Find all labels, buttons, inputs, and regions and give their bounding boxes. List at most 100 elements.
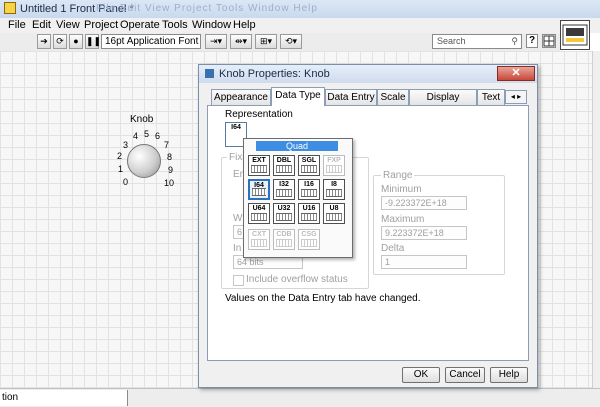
run-arrow-icon[interactable]: ➔	[37, 34, 51, 49]
palette-item-u16[interactable]: U16	[298, 203, 320, 224]
close-icon[interactable]: ✕	[497, 66, 535, 81]
pause-icon[interactable]: ❚❚	[85, 34, 101, 49]
tab-appearance[interactable]: Appearance	[211, 89, 271, 105]
abort-icon[interactable]: ●	[69, 34, 83, 49]
representation-label: Representation	[225, 109, 293, 120]
palette-item-label: U16	[302, 205, 316, 212]
palette-item-label: U64	[252, 205, 266, 212]
palette-item-label: DBL	[276, 157, 292, 164]
grid-icon	[543, 35, 555, 47]
word-length-label: W	[233, 213, 243, 224]
delta-field[interactable]: 1	[381, 255, 467, 269]
menu-view[interactable]: View	[56, 19, 80, 31]
align-objects-icon[interactable]: ⇥▾	[205, 34, 227, 49]
vi-icon[interactable]	[560, 20, 590, 50]
knob-tick-10: 10	[164, 178, 175, 188]
knob-tick-0: 0	[123, 177, 129, 187]
delta-label: Delta	[381, 243, 405, 254]
help-icon[interactable]: ?	[526, 34, 538, 48]
search-placeholder: Search	[437, 36, 466, 46]
knob-tick-8: 8	[167, 152, 173, 162]
menu-operate[interactable]: Operate	[120, 19, 160, 31]
toolbar: ➔ ⟳ ● ❚❚ 16pt Application Font ⇥▾ ⇹▾ ⊞▾ …	[0, 33, 560, 52]
knob-tick-2: 2	[117, 151, 123, 161]
knob-tick-7: 7	[164, 140, 170, 150]
menu-file[interactable]: File	[8, 19, 26, 31]
tab-data-entry[interactable]: Data Entry	[325, 89, 377, 105]
menu-edit[interactable]: Edit	[32, 19, 51, 31]
menu-window[interactable]: Window	[192, 19, 231, 31]
palette-item-label: EXT	[252, 157, 266, 164]
dialog-app-icon	[205, 69, 214, 78]
tab-scale[interactable]: Scale	[377, 89, 409, 105]
reorder-icon[interactable]: ⟲▾	[280, 34, 302, 49]
tab-data-type[interactable]: Data Type	[271, 87, 325, 106]
palette-item-i64[interactable]: I64	[248, 179, 270, 200]
palette-item-label: U32	[277, 205, 291, 212]
menu-tools[interactable]: Tools	[162, 19, 188, 31]
menu-help[interactable]: Help	[233, 19, 256, 31]
labview-app-icon	[4, 2, 16, 14]
minimum-label: Minimum	[381, 184, 422, 195]
help-button[interactable]: Help	[490, 367, 528, 383]
representation-palette: Quad EXT DBL SGL FXP I64 I32 I16 I8 U64 …	[243, 138, 353, 258]
palette-item-u32[interactable]: U32	[273, 203, 295, 224]
status-text: tion	[0, 390, 128, 406]
knob-label: Knob	[130, 114, 154, 125]
rep-icon-label: I64	[231, 124, 241, 131]
palette-item-i32[interactable]: I32	[273, 179, 295, 200]
connector-pane-icon[interactable]	[542, 34, 556, 48]
window-title-bar: Untitled 1 Front Panel * File Edit View …	[0, 0, 600, 19]
minimum-field[interactable]: -9.223372E+18	[381, 196, 467, 210]
include-overflow-checkbox[interactable]	[233, 275, 244, 286]
palette-item-u8[interactable]: U8	[323, 203, 345, 224]
palette-item-cxt: CXT	[248, 229, 270, 250]
resize-objects-icon[interactable]: ⊞▾	[255, 34, 277, 49]
maximum-label: Maximum	[381, 214, 425, 225]
palette-item-fxp: FXP	[323, 155, 345, 176]
tab-scroll-arrows[interactable]: ◂ ▸	[505, 90, 527, 104]
dialog-title-bar: Knob Properties: Knob ✕	[199, 65, 537, 83]
knob-tick-4: 4	[133, 131, 139, 141]
palette-item-dbl[interactable]: DBL	[273, 155, 295, 176]
palette-item-sgl[interactable]: SGL	[298, 155, 320, 176]
font-dropdown[interactable]: 16pt Application Font	[101, 34, 201, 49]
labview-vi-icon	[562, 24, 588, 46]
vertical-scrollbar[interactable]	[592, 51, 600, 388]
dialog-title: Knob Properties: Knob	[219, 68, 330, 80]
search-input[interactable]: Search ⚲	[432, 34, 522, 49]
knob-tick-6: 6	[155, 131, 161, 141]
tab-display-format[interactable]: Display Format	[409, 89, 477, 118]
knob-tick-1: 1	[118, 164, 124, 174]
palette-item-i16[interactable]: I16	[298, 179, 320, 200]
palette-title: Quad	[256, 141, 338, 151]
palette-item-u64[interactable]: U64	[248, 203, 270, 224]
include-overflow-label: Include overflow status	[246, 274, 348, 285]
knob-tick-5: 5	[144, 129, 150, 139]
palette-item-i8[interactable]: I8	[323, 179, 345, 200]
palette-item-label: CDB	[276, 231, 292, 238]
integer-length-label: In	[233, 243, 242, 254]
ok-button[interactable]: OK	[402, 367, 440, 383]
palette-item-csg: CSG	[298, 229, 320, 250]
palette-item-label: FXP	[327, 157, 341, 164]
search-icon: ⚲	[511, 36, 518, 46]
palette-item-label: CSG	[301, 231, 317, 238]
maximum-field[interactable]: 9.223372E+18	[381, 226, 467, 240]
palette-item-ext[interactable]: EXT	[248, 155, 270, 176]
knob-properties-dialog: Knob Properties: Knob ✕ Appearance Data …	[198, 64, 538, 388]
data-entry-changed-message: Values on the Data Entry tab have change…	[225, 293, 421, 304]
palette-item-cdb: CDB	[273, 229, 295, 250]
knob-tick-3: 3	[123, 140, 129, 150]
menu-bar: File Edit View Project Operate Tools Win…	[0, 18, 600, 33]
ghost-menu-text: File Edit View Project Tools Window Help	[96, 3, 318, 14]
knob-dial[interactable]	[127, 144, 161, 178]
menu-project[interactable]: Project	[84, 19, 118, 31]
palette-item-label: I32	[279, 181, 289, 188]
distribute-objects-icon[interactable]: ⇹▾	[230, 34, 252, 49]
cancel-button[interactable]: Cancel	[445, 367, 485, 383]
palette-item-label: U8	[329, 205, 339, 212]
palette-item-label: CXT	[252, 231, 266, 238]
tab-text[interactable]: Text	[477, 89, 505, 105]
run-continuously-icon[interactable]: ⟳	[53, 34, 67, 49]
